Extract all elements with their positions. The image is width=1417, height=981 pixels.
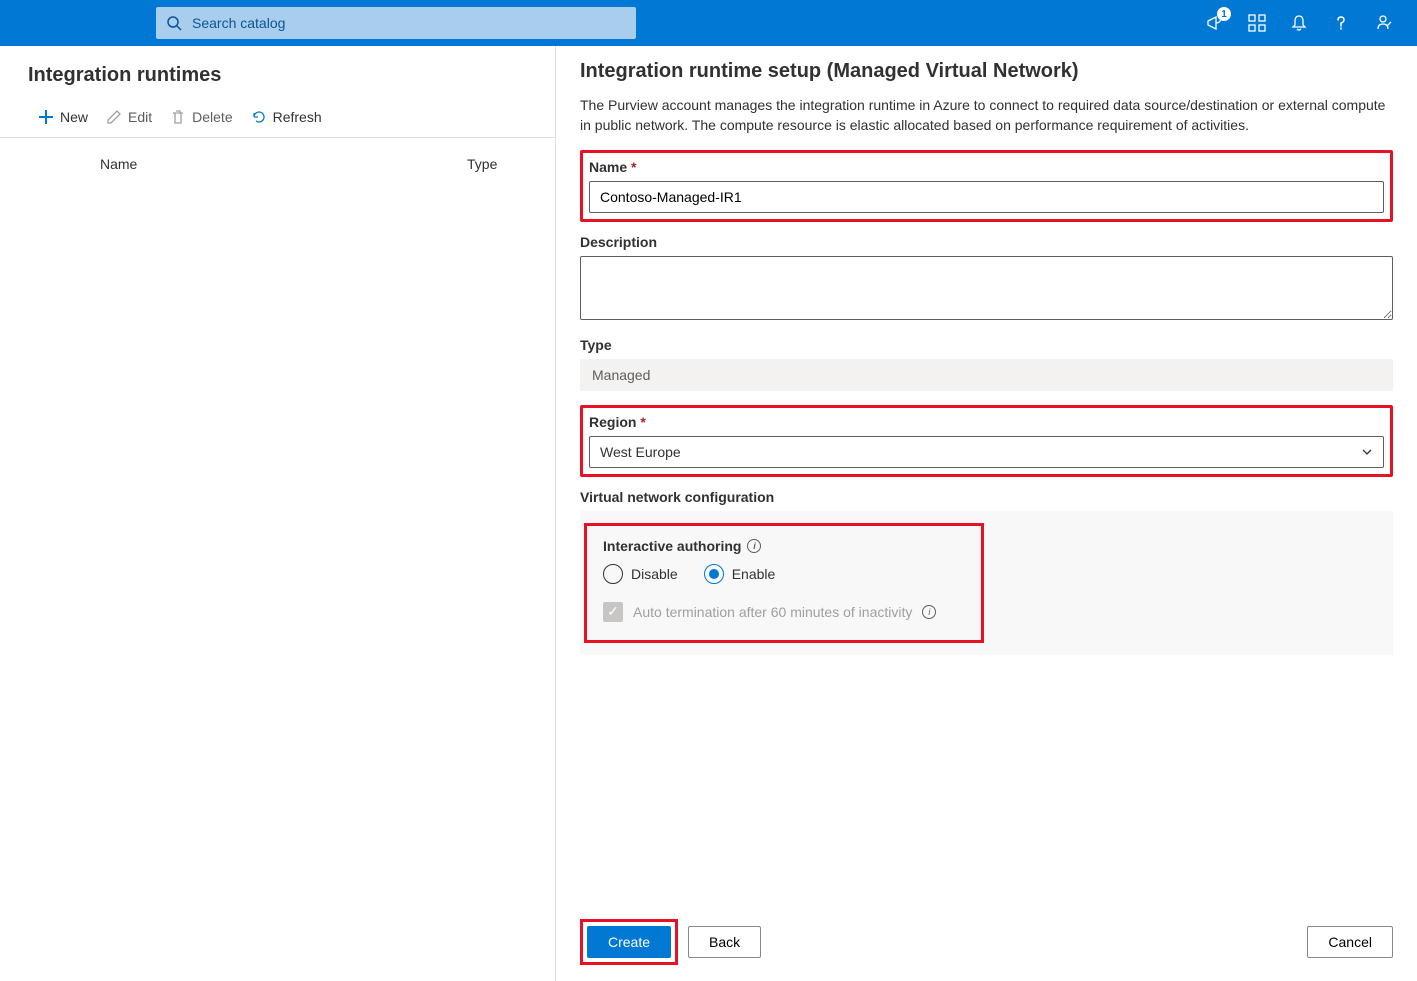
refresh-icon (251, 109, 267, 125)
name-label: Name * (589, 159, 1384, 175)
interactive-authoring-highlight: Interactive authoring i Disable Enable ✓ (584, 523, 984, 643)
delete-label: Delete (192, 109, 232, 125)
search-icon (166, 15, 182, 31)
interactive-authoring-label: Interactive authoring i (603, 538, 965, 554)
edit-button[interactable]: Edit (106, 109, 152, 125)
delete-button[interactable]: Delete (170, 109, 232, 125)
topbar-right: 1 (1205, 13, 1401, 33)
description-group: Description (580, 234, 1393, 323)
new-label: New (60, 109, 88, 125)
bell-icon[interactable] (1289, 13, 1309, 33)
refresh-button[interactable]: Refresh (251, 109, 322, 125)
region-highlight: Region * West Europe (580, 405, 1393, 477)
vnet-section: Interactive authoring i Disable Enable ✓ (580, 511, 1393, 655)
authoring-radios: Disable Enable (603, 564, 965, 584)
auto-termination-label: Auto termination after 60 minutes of ina… (633, 604, 912, 620)
region-value: West Europe (600, 444, 681, 460)
radio-disable[interactable]: Disable (603, 564, 678, 584)
badge: 1 (1217, 7, 1231, 21)
radio-circle-icon (603, 564, 623, 584)
back-button[interactable]: Back (688, 926, 761, 958)
region-select[interactable]: West Europe (589, 436, 1384, 468)
name-highlight: Name * (580, 150, 1393, 222)
left-panel: Integration runtimes New Edit Delete Ref… (0, 46, 556, 981)
description-label: Description (580, 234, 1393, 250)
collections-icon[interactable] (1247, 13, 1267, 33)
column-name[interactable]: Name (100, 156, 467, 172)
radio-enable-label: Enable (732, 566, 776, 582)
feedback-icon[interactable] (1373, 13, 1393, 33)
radio-enable[interactable]: Enable (704, 564, 776, 584)
radio-disable-label: Disable (631, 566, 678, 582)
toolbar: New Edit Delete Refresh (0, 101, 555, 138)
type-value: Managed (580, 359, 1393, 391)
topbar: 1 (0, 0, 1417, 46)
chevron-down-icon (1361, 446, 1373, 458)
auto-termination-checkbox[interactable]: ✓ (603, 602, 623, 622)
auto-termination-row: ✓ Auto termination after 60 minutes of i… (603, 602, 965, 622)
info-icon[interactable]: i (747, 539, 761, 553)
type-group: Type Managed (580, 337, 1393, 391)
vnet-label: Virtual network configuration (580, 489, 1393, 505)
table-header: Name Type (0, 138, 555, 172)
info-icon[interactable]: i (922, 605, 936, 619)
new-button[interactable]: New (38, 109, 88, 125)
trash-icon (170, 109, 186, 125)
search-wrap (156, 7, 636, 39)
edit-label: Edit (128, 109, 152, 125)
type-label: Type (580, 337, 1393, 353)
required-asterisk: * (631, 159, 636, 175)
pencil-icon (106, 109, 122, 125)
cancel-button[interactable]: Cancel (1307, 926, 1393, 958)
create-button[interactable]: Create (587, 926, 671, 958)
plus-icon (38, 109, 54, 125)
panel-description: The Purview account manages the integrat… (580, 95, 1393, 136)
footer: Create Back Cancel (580, 899, 1393, 965)
name-input[interactable] (589, 181, 1384, 213)
required-asterisk: * (640, 414, 645, 430)
announcement-icon[interactable]: 1 (1205, 13, 1225, 33)
description-input[interactable] (580, 256, 1393, 320)
help-icon[interactable] (1331, 13, 1351, 33)
column-type[interactable]: Type (467, 156, 527, 172)
refresh-label: Refresh (273, 109, 322, 125)
panel-title: Integration runtime setup (Managed Virtu… (580, 60, 1393, 83)
create-highlight: Create (580, 919, 678, 965)
region-label: Region * (589, 414, 1384, 430)
checkmark-icon: ✓ (607, 603, 619, 620)
right-panel: Integration runtime setup (Managed Virtu… (556, 46, 1417, 981)
page-title: Integration runtimes (0, 46, 555, 101)
radio-circle-checked-icon (704, 564, 724, 584)
search-input[interactable] (156, 7, 636, 39)
